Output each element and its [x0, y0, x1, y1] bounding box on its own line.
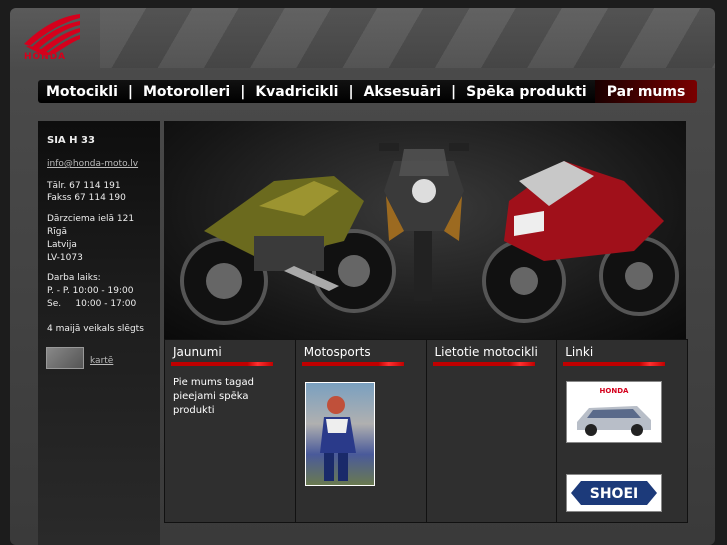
title-underline-bar [301, 362, 404, 366]
hours-saturday: Se. 10:00 - 17:00 [47, 299, 137, 309]
column-motosports: Motosports [295, 340, 427, 522]
nav-separator: | [240, 83, 246, 100]
rider-illustration [319, 396, 356, 481]
nav-item-kvadricikli[interactable]: Kvadricikli [247, 84, 346, 100]
email-link[interactable]: info@honda-moto.lv [47, 159, 138, 169]
fax-number: Fakss 67 114 190 [47, 193, 126, 203]
address-postcode: LV-1073 [47, 253, 83, 263]
column-title[interactable]: Jaunumi [173, 345, 222, 359]
content-columns: Jaunumi Pie mums tagad pieejami spēka pr… [164, 339, 688, 523]
column-linki: Linki HONDA SHOEI [557, 340, 687, 522]
nav-item-motocikli[interactable]: Motocikli [38, 84, 126, 100]
hours-weekdays: P. - P. 10:00 - 19:00 [47, 286, 134, 296]
honda-cars-link[interactable]: HONDA [566, 381, 663, 443]
motosports-photo[interactable] [304, 382, 375, 486]
column-title[interactable]: Lietotie motocikli [435, 345, 538, 359]
shoei-label: SHOEI [590, 486, 638, 502]
address-city: Rīgā [47, 227, 67, 237]
column-title[interactable]: Linki [565, 345, 593, 359]
map-link[interactable]: kartē [90, 356, 113, 366]
shoei-logo: SHOEI [571, 481, 658, 505]
address-line: Dārzciema ielā 121 [47, 214, 135, 224]
honda-banner-label: HONDA [600, 387, 629, 395]
honda-logo-text[interactable]: HONDA [24, 52, 66, 62]
honda-car-banner: HONDA [577, 387, 652, 436]
column-title[interactable]: Motosports [304, 345, 371, 359]
hours-title: Darba laiks: [47, 273, 101, 283]
contact-sidebar: SIA H 33 info@honda-moto.lv Tālr. 67 114… [38, 121, 160, 545]
nav-separator: | [127, 83, 133, 100]
company-name: SIA H 33 [47, 135, 95, 146]
title-underline-bar [563, 362, 666, 366]
nav-item-motorolleri[interactable]: Motorolleri [135, 84, 238, 100]
nav-item-aksesuari[interactable]: Aksesuāri [356, 84, 449, 100]
map-thumbnail[interactable] [46, 347, 84, 369]
nav-item-par-mums[interactable]: Par mums [607, 84, 686, 100]
hero-motorcycles-image [164, 121, 686, 339]
header-decoration [100, 8, 715, 68]
column-jaunumi: Jaunumi Pie mums tagad pieejami spēka pr… [165, 340, 296, 522]
title-underline-bar [432, 362, 535, 366]
store-notice: 4 maijā veikals slēgts [47, 324, 144, 334]
motorcycles-illustration [180, 143, 679, 325]
shoei-link[interactable]: SHOEI [566, 474, 663, 512]
nav-item-par-mums-container[interactable]: Par mums [594, 80, 698, 103]
nav-separator: | [451, 83, 457, 100]
motorcycle-right [482, 161, 679, 323]
title-underline-bar [171, 362, 273, 366]
column-lietotie-motocikli: Lietotie motocikli [426, 340, 558, 522]
nav-separator: | [348, 83, 354, 100]
phone-number: Tālr. 67 114 191 [47, 181, 121, 191]
address-country: Latvija [47, 240, 77, 250]
nav-item-speka-produkti[interactable]: Spēka produkti [458, 84, 595, 100]
motorcycle-left [180, 176, 396, 325]
main-nav: Motocikli | Motorolleri | Kvadricikli | … [38, 80, 698, 103]
news-text[interactable]: Pie mums tagad pieejami spēka produkti [173, 376, 283, 418]
